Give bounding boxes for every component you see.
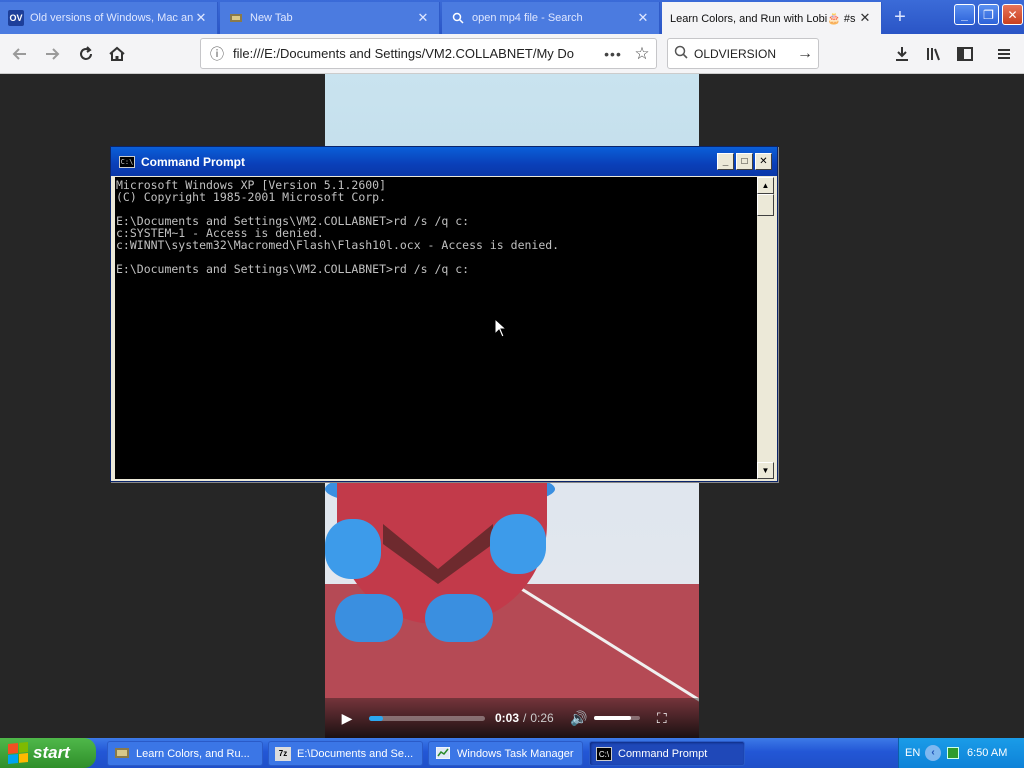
downloads-button[interactable]: [888, 40, 916, 68]
close-icon[interactable]: ✕: [857, 10, 873, 26]
search-go-icon[interactable]: →: [792, 45, 818, 63]
url-text[interactable]: file:///E:/Documents and Settings/VM2.CO…: [233, 46, 598, 61]
library-icon: [927, 48, 940, 61]
new-tab-button[interactable]: +: [888, 4, 912, 30]
start-label: start: [33, 743, 70, 762]
mascot-left-foot: [335, 594, 403, 642]
cmd-minimize-button[interactable]: _: [717, 153, 734, 170]
time-separator: /: [523, 711, 527, 725]
mouse-cursor-icon: [494, 318, 508, 338]
menu-button[interactable]: [990, 40, 1018, 68]
close-icon[interactable]: ✕: [415, 10, 431, 26]
tab-old-versions[interactable]: OV Old versions of Windows, Mac an ✕: [0, 2, 218, 34]
browser-icon: [114, 747, 130, 761]
cmd-icon: C:\: [596, 746, 612, 761]
console-output[interactable]: Microsoft Windows XP [Version 5.1.2600](…: [115, 177, 757, 479]
console-line: (C) Copyright 1985-2001 Microsoft Corp.: [116, 190, 387, 204]
search-icon: [668, 45, 694, 62]
tab-title: open mp4 file - Search: [472, 12, 583, 24]
network-icon[interactable]: [947, 747, 959, 759]
back-arrow-icon: [12, 48, 26, 60]
system-tray: EN ‹ 6:50 AM: [898, 738, 1024, 768]
volume-slider[interactable]: [593, 716, 640, 720]
sidebar-icon: [957, 47, 973, 61]
tab-title: Learn Colors, and Run with Lobi🎂 #s: [670, 12, 856, 25]
page-actions-icon[interactable]: •••: [598, 46, 628, 62]
mascot-chevron: [383, 524, 493, 584]
new-tab-icon: [228, 10, 244, 26]
scroll-thumb[interactable]: [757, 194, 774, 216]
tab-title: New Tab: [250, 12, 293, 24]
fullscreen-icon[interactable]: ⛶: [652, 710, 672, 727]
search-input[interactable]: OLDVIERSION: [694, 47, 792, 61]
current-time: 0:03: [495, 711, 520, 725]
task-manager-icon: [435, 746, 451, 761]
console-line: c:WINNT\system32\Macromed\Flash\Flash10l…: [116, 238, 560, 252]
console-line: E:\Documents and Settings\VM2.COLLABNET>…: [116, 262, 470, 276]
taskbar-item-label: Command Prompt: [618, 747, 708, 760]
info-icon[interactable]: ⓘ: [201, 44, 233, 64]
browser-tab-strip: OV Old versions of Windows, Mac an ✕ New…: [0, 0, 1024, 34]
cmd-titlebar[interactable]: C:\ Command Prompt _ □ ✕: [111, 147, 777, 176]
reload-icon: [80, 46, 92, 60]
restore-button[interactable]: ❐: [978, 4, 999, 25]
back-button[interactable]: [6, 40, 34, 68]
search-bar[interactable]: OLDVIERSION →: [667, 38, 819, 69]
play-icon[interactable]: ▶: [325, 710, 369, 727]
browser-nav-bar: ⓘ file:///E:/Documents and Settings/VM2.…: [0, 34, 1024, 74]
close-button[interactable]: ✕: [1002, 4, 1023, 25]
cmd-scrollbar[interactable]: ▲ ▼: [757, 177, 774, 479]
archive-icon: 7z: [275, 746, 291, 761]
close-icon[interactable]: ✕: [193, 10, 209, 26]
taskbar-item-browser[interactable]: Learn Colors, and Ru...: [107, 741, 263, 766]
hamburger-menu-icon: [998, 49, 1010, 59]
minimize-button[interactable]: _: [954, 4, 975, 25]
forward-button[interactable]: [38, 40, 66, 68]
language-indicator[interactable]: EN: [905, 747, 925, 759]
window-title: Command Prompt: [141, 154, 246, 169]
cmd-maximize-button[interactable]: □: [736, 153, 753, 170]
library-button[interactable]: [920, 40, 948, 68]
tab-learn-colors[interactable]: Learn Colors, and Run with Lobi🎂 #s ✕: [662, 2, 882, 34]
scroll-up-arrow[interactable]: ▲: [757, 177, 774, 194]
volume-icon[interactable]: 🔊: [568, 710, 590, 727]
taskbar: start Learn Colors, and Ru... 7z E:\Docu…: [0, 738, 1024, 768]
home-button[interactable]: [103, 40, 131, 68]
taskbar-item-task-manager[interactable]: Windows Task Manager: [428, 741, 583, 766]
clock: 6:50 AM: [967, 747, 1008, 759]
taskbar-item-command-prompt[interactable]: C:\ Command Prompt: [589, 741, 745, 766]
tab-new-tab[interactable]: New Tab ✕: [220, 2, 440, 34]
taskbar-item-label: E:\Documents and Se...: [297, 747, 414, 760]
forward-arrow-icon: [46, 48, 60, 60]
download-icon: [896, 47, 908, 61]
mascot-left-hand: [325, 519, 381, 579]
home-icon: [109, 46, 125, 61]
total-time: 0:26: [530, 711, 554, 725]
reload-button[interactable]: [72, 40, 100, 68]
oldversion-favicon: OV: [8, 10, 24, 26]
cmd-icon: C:\: [119, 155, 135, 168]
tab-search[interactable]: open mp4 file - Search ✕: [442, 2, 660, 34]
mascot-right-hand: [490, 514, 546, 574]
video-progress-bar[interactable]: [369, 715, 485, 721]
start-button[interactable]: start: [0, 738, 96, 768]
close-icon[interactable]: ✕: [635, 10, 651, 26]
taskbar-item-explorer[interactable]: 7z E:\Documents and Se...: [268, 741, 423, 766]
tab-title: Old versions of Windows, Mac an: [30, 12, 193, 24]
volume-fill: [593, 716, 631, 720]
sidebar-button[interactable]: [951, 40, 979, 68]
cmd-close-button[interactable]: ✕: [755, 153, 772, 170]
bookmark-star-icon[interactable]: ☆: [628, 44, 656, 64]
command-prompt-window[interactable]: C:\ Command Prompt _ □ ✕ Microsoft Windo…: [110, 146, 778, 482]
scroll-down-arrow[interactable]: ▼: [757, 462, 774, 479]
taskbar-item-label: Windows Task Manager: [457, 747, 574, 760]
search-icon: [450, 10, 466, 26]
show-hidden-icons-chevron-icon[interactable]: ‹: [925, 745, 941, 761]
video-controls: ▶ 0:03 / 0:26 🔊 ⛶: [325, 698, 699, 738]
taskbar-item-label: Learn Colors, and Ru...: [136, 747, 250, 760]
address-bar[interactable]: ⓘ file:///E:/Documents and Settings/VM2.…: [200, 38, 657, 69]
windows-logo-icon: [8, 741, 28, 765]
video-progress-fill: [369, 715, 383, 721]
mascot-right-foot: [425, 594, 493, 642]
